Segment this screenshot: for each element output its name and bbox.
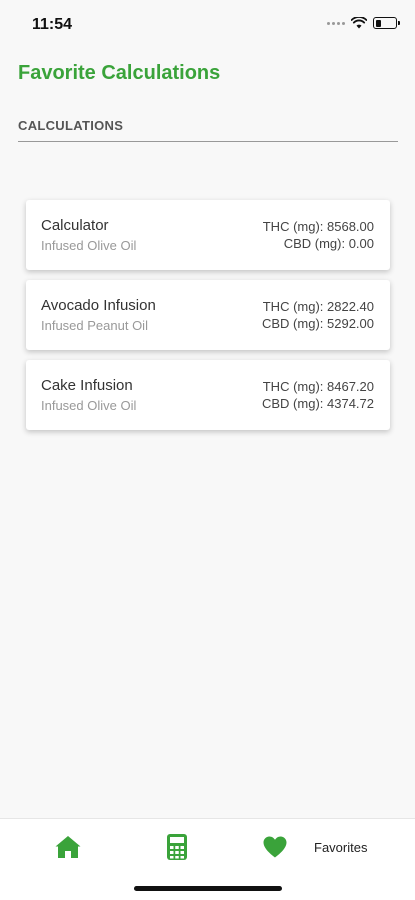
- battery-icon: [373, 17, 400, 29]
- section-header: CALCULATIONS: [18, 118, 398, 142]
- calculator-icon: [167, 834, 187, 860]
- status-icons: [327, 17, 400, 29]
- thc-value: THC (mg): 2822.40: [262, 299, 374, 314]
- wifi-icon: [351, 17, 367, 29]
- calculation-name: Avocado Infusion: [41, 297, 156, 314]
- thc-value: THC (mg): 8467.20: [262, 379, 374, 394]
- calculation-oil: Infused Olive Oil: [41, 238, 137, 253]
- tab-home[interactable]: [54, 833, 82, 861]
- calculation-name: Cake Infusion: [41, 377, 133, 394]
- cbd-value: CBD (mg): 5292.00: [262, 316, 374, 331]
- thc-value: THC (mg): 8568.00: [262, 219, 374, 234]
- calculation-card[interactable]: Avocado Infusion Infused Peanut Oil THC …: [26, 280, 390, 350]
- status-bar: 11:54: [0, 0, 415, 50]
- calculation-name: Calculator: [41, 217, 109, 234]
- page-title: Favorite Calculations: [18, 62, 221, 84]
- calculation-oil: Infused Peanut Oil: [41, 318, 148, 333]
- calculation-oil: Infused Olive Oil: [41, 398, 137, 413]
- tab-calculator[interactable]: [166, 833, 188, 861]
- cbd-value: CBD (mg): 0.00: [283, 236, 374, 251]
- calculation-card[interactable]: Calculator Infused Olive Oil THC (mg): 8…: [26, 200, 390, 270]
- cbd-value: CBD (mg): 4374.72: [262, 396, 374, 411]
- tab-favorites-label: Favorites: [314, 839, 368, 855]
- status-time: 11:54: [32, 16, 73, 33]
- tab-favorites[interactable]: Favorites: [262, 833, 367, 861]
- signal-icon: [327, 21, 345, 25]
- heart-icon: [263, 836, 287, 858]
- calculation-card[interactable]: Cake Infusion Infused Olive Oil THC (mg)…: [26, 360, 390, 430]
- calculation-list: Calculator Infused Olive Oil THC (mg): 8…: [26, 200, 390, 440]
- home-indicator: [134, 886, 282, 891]
- home-icon: [55, 836, 81, 858]
